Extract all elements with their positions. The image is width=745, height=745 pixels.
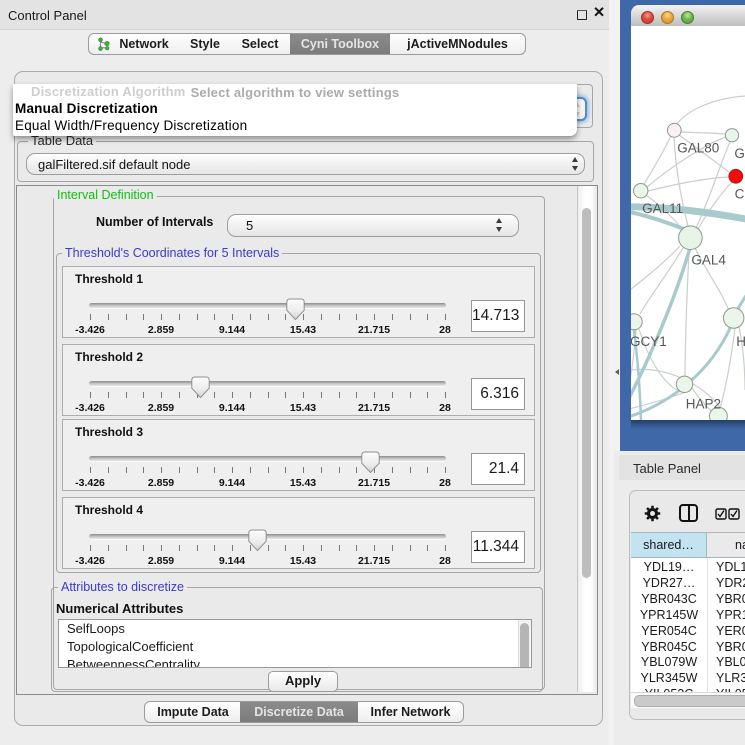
svg-text:GAL11: GAL11: [642, 201, 683, 216]
svg-text:GCY1: GCY1: [631, 334, 667, 349]
svg-text:HAP2: HAP2: [686, 397, 721, 412]
svg-text:GAL80: GAL80: [677, 140, 719, 155]
svg-text:G.: G.: [734, 146, 745, 161]
svg-text:GAL4: GAL4: [691, 252, 726, 267]
svg-text:C: C: [735, 186, 745, 201]
svg-text:H: H: [736, 334, 745, 349]
